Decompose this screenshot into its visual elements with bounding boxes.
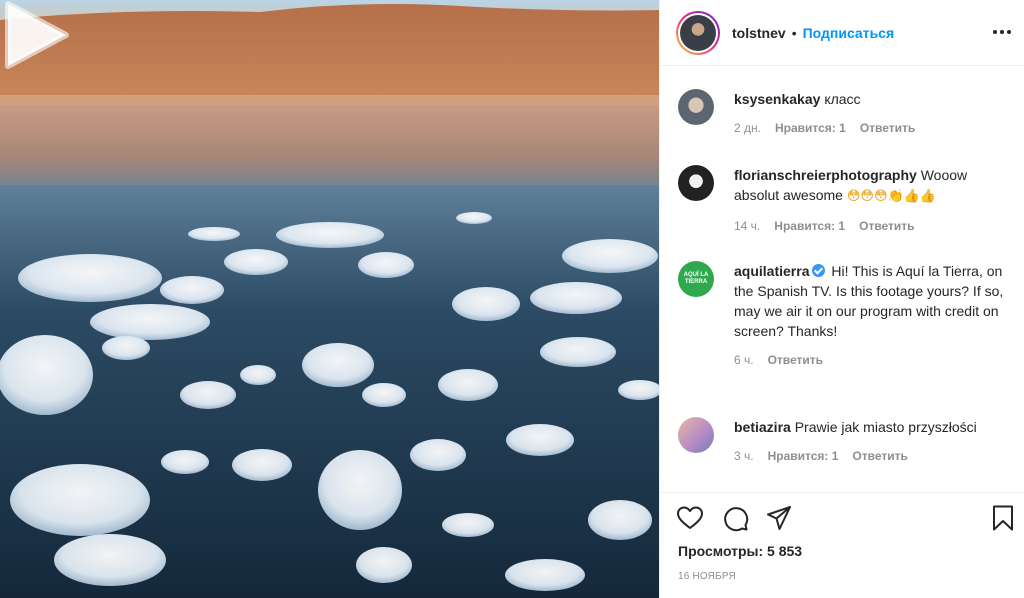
author-avatar[interactable] — [676, 10, 720, 55]
comment-text: ksysenkakay класс — [734, 89, 1006, 109]
follow-button[interactable]: Подписаться — [803, 25, 895, 41]
comment-likes-button[interactable]: Нравится: 1 — [775, 121, 846, 135]
comment-username[interactable]: florianschreierphotography — [734, 167, 917, 183]
comment-time[interactable]: 14 ч. — [734, 219, 760, 233]
comment-likes-button[interactable]: Нравится: 1 — [768, 449, 839, 463]
comment-meta: 3 ч. Нравится: 1 Ответить — [734, 449, 1006, 463]
comment-message: класс — [824, 91, 861, 107]
comments-list[interactable]: ksysenkakay класс 2 дн. Нравится: 1 Отве… — [660, 67, 1024, 492]
more-dots-icon[interactable] — [990, 22, 1014, 42]
separator-dot: • — [791, 24, 797, 41]
comment-username[interactable]: aquilatierra — [734, 263, 809, 279]
post-sidebar: tolstnev • Подписаться ksysenkakay класс… — [659, 0, 1024, 598]
comment-time[interactable]: 2 дн. — [734, 121, 761, 135]
comment-time[interactable]: 3 ч. — [734, 449, 754, 463]
author-username[interactable]: tolstnev — [732, 25, 786, 41]
comment-item: AQUÍ LA TIERRA aquilatierra Hi! This is … — [676, 261, 1006, 367]
comment-avatar[interactable]: AQUÍ LA TIERRA — [678, 261, 714, 297]
post-actions: Просмотры: 5 853 16 ноября — [660, 492, 1024, 598]
views-count[interactable]: Просмотры: 5 853 — [678, 543, 802, 559]
comment-meta: 6 ч. Ответить — [734, 353, 1006, 367]
comment-reply-button[interactable]: Ответить — [860, 121, 915, 135]
post-media-video[interactable] — [0, 0, 659, 598]
comment-avatar[interactable] — [678, 417, 714, 453]
comment-meta: 2 дн. Нравится: 1 Ответить — [734, 121, 1006, 135]
comment-likes-button[interactable]: Нравится: 1 — [774, 219, 845, 233]
comment-time[interactable]: 6 ч. — [734, 353, 754, 367]
comment-reply-button[interactable]: Ответить — [768, 353, 823, 367]
comment-avatar[interactable] — [678, 165, 714, 201]
comment-text: betiazira Prawie jak miasto przyszłości — [734, 417, 1006, 437]
frozen-lake-image — [0, 0, 659, 598]
post-date[interactable]: 16 ноября — [678, 571, 736, 582]
verified-badge-icon — [812, 264, 826, 277]
comment-item: florianschreierphotography Wooow absolut… — [676, 165, 1006, 233]
comment-username[interactable]: ksysenkakay — [734, 91, 820, 107]
post-header: tolstnev • Подписаться — [660, 0, 1024, 66]
heart-icon[interactable] — [676, 504, 704, 532]
comment-item: betiazira Prawie jak miasto przyszłości … — [676, 417, 1006, 463]
comment-meta: 14 ч. Нравится: 1 Ответить — [734, 219, 1006, 233]
comment-item: ksysenkakay класс 2 дн. Нравится: 1 Отве… — [676, 89, 1006, 135]
comment-emojis: 😳😳😳👏👍👍 — [846, 189, 937, 204]
comment-reply-button[interactable]: Ответить — [852, 449, 907, 463]
play-icon[interactable] — [0, 0, 70, 70]
comment-message: Prawie jak miasto przyszłości — [794, 419, 977, 435]
comment-avatar[interactable] — [678, 89, 714, 125]
bookmark-icon[interactable] — [989, 504, 1017, 532]
comment-username[interactable]: betiazira — [734, 419, 791, 435]
comment-text: aquilatierra Hi! This is Aquí la Tierra,… — [734, 261, 1006, 341]
comment-reply-button[interactable]: Ответить — [859, 219, 914, 233]
share-icon[interactable] — [765, 504, 793, 532]
comment-text: florianschreierphotography Wooow absolut… — [734, 165, 1006, 207]
comment-icon[interactable] — [721, 504, 749, 532]
